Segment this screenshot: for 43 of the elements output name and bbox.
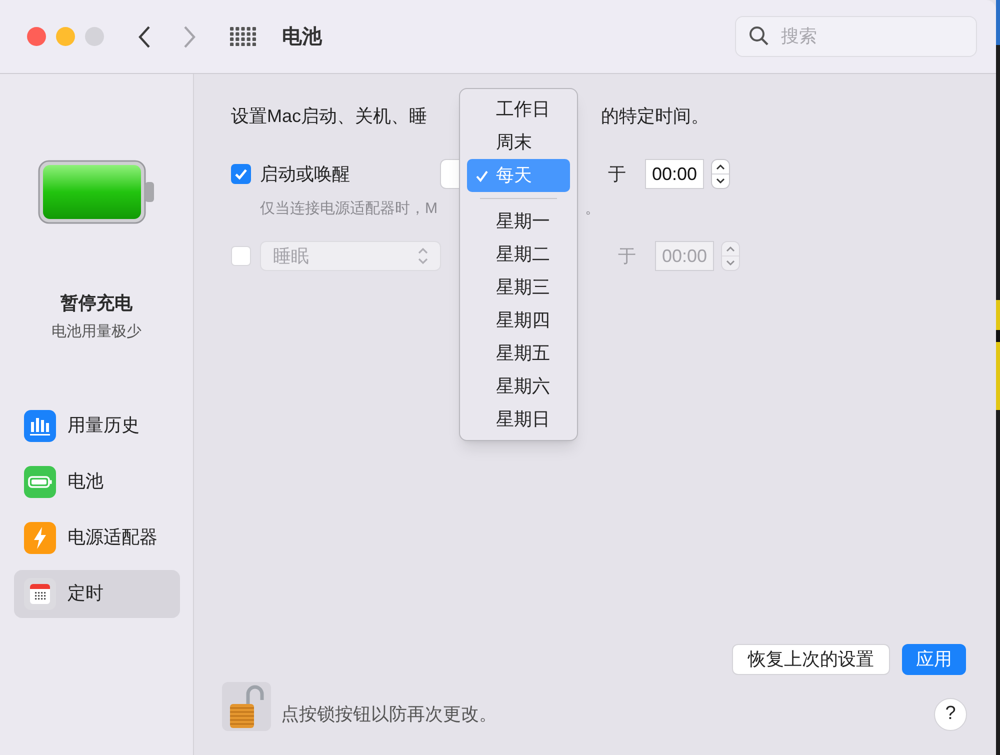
menu-item[interactable]: 星期日 [467, 403, 570, 436]
battery-status-subtitle: 电池用量极少 [52, 322, 142, 342]
sidebar-item[interactable]: 电池 [14, 458, 180, 506]
search-field[interactable]: 搜索 [735, 16, 977, 57]
apply-button[interactable]: 应用 [902, 644, 966, 675]
menu-item[interactable]: 星期四 [467, 304, 570, 337]
window-title: 电池 [282, 24, 322, 50]
chevron-icon [418, 247, 428, 265]
battery-status-title: 暂停充电 [60, 292, 132, 315]
menu-item[interactable]: 星期一 [467, 205, 570, 238]
revert-button[interactable]: 恢复上次的设置 [732, 644, 890, 675]
grid-icon[interactable] [230, 27, 257, 46]
intro-text: 的特定时间。 [601, 104, 709, 128]
checkmark-icon [474, 168, 488, 182]
close-button[interactable] [27, 27, 46, 46]
menu-item[interactable]: 星期二 [467, 238, 570, 271]
stepper-icon[interactable] [711, 159, 730, 189]
time-field[interactable]: 00:00 [645, 159, 704, 189]
menu-item[interactable]: 工作日 [467, 93, 570, 126]
minimize-button[interactable] [56, 27, 75, 46]
checkbox[interactable] [231, 164, 251, 184]
padlock-icon[interactable] [222, 682, 271, 731]
help-button[interactable]: ? [934, 698, 967, 731]
battery-icon [24, 466, 56, 498]
calendar-icon [24, 578, 56, 610]
bar-chart-icon [24, 410, 56, 442]
note-text: 。 [585, 198, 600, 219]
lock-hint: 点按锁按钮以防再次更改。 [281, 703, 497, 726]
sidebar-item[interactable]: 定时 [14, 570, 180, 618]
sidebar-item[interactable]: 用量历史 [14, 402, 180, 450]
note-text: 仅当连接电源适配器时，M [260, 198, 438, 219]
option-label: 启动或唤醒 [260, 162, 351, 186]
lightning-icon [24, 522, 56, 554]
intro-text: 设置Mac启动、关机、睡 [231, 104, 428, 128]
at-label: 于 [618, 244, 636, 268]
search-icon [749, 26, 769, 46]
menu-item[interactable]: 周末 [467, 126, 570, 159]
menu-item[interactable]: 星期三 [467, 271, 570, 304]
menu-item[interactable]: 星期五 [467, 337, 570, 370]
sidebar-item[interactable]: 电源适配器 [14, 514, 180, 562]
back-icon[interactable] [138, 24, 152, 48]
at-label: 于 [608, 162, 626, 186]
menu-item[interactable]: 星期六 [467, 370, 570, 403]
